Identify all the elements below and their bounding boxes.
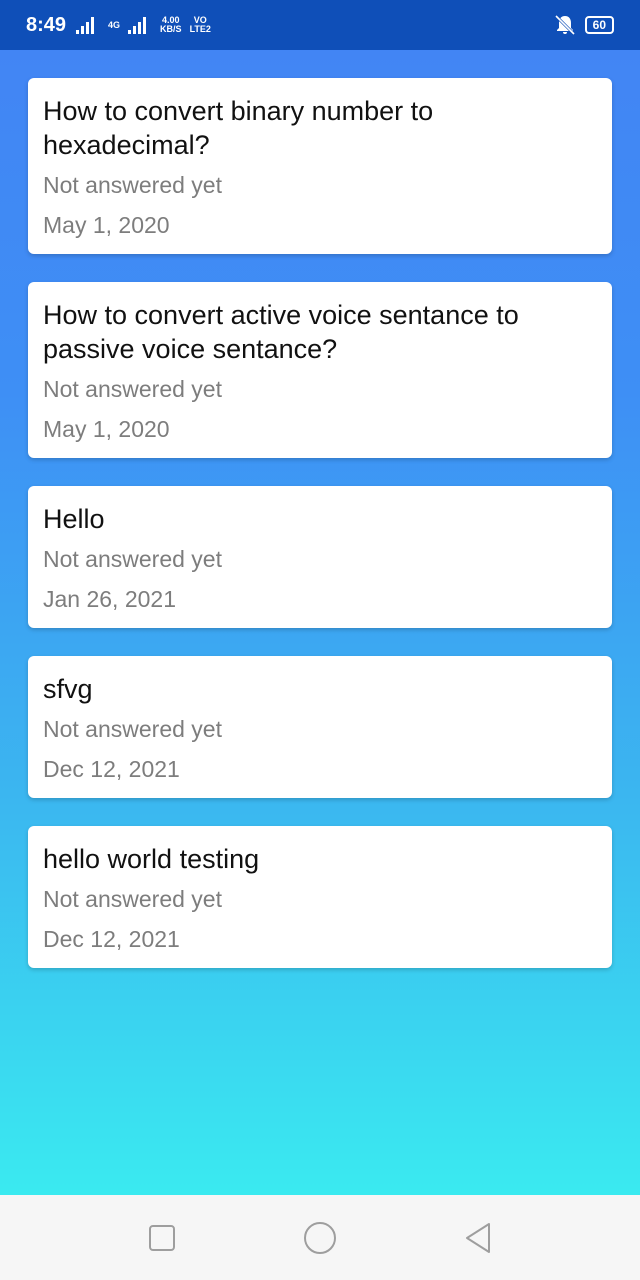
question-title: Hello xyxy=(43,504,105,534)
question-title: How to convert active voice sentance to … xyxy=(43,300,519,364)
answer-status: Not answered yet xyxy=(43,716,222,742)
navigation-bar xyxy=(0,1195,640,1280)
signal-icon xyxy=(76,16,95,34)
question-card[interactable]: How to convert active voice sentance to … xyxy=(28,282,612,458)
status-bar: 8:49 4G 4.00 KB/S VO LTE2 60 xyxy=(0,0,640,50)
network-type: 4G xyxy=(108,19,121,30)
question-date: Jan 26, 2021 xyxy=(43,586,177,612)
status-time: 8:49 xyxy=(26,13,67,36)
question-card[interactable]: hello world testing Not answered yet Dec… xyxy=(28,826,612,968)
recent-apps-icon xyxy=(149,1224,175,1251)
volte-indicator: VO LTE2 xyxy=(189,15,211,34)
question-date: Dec 12, 2021 xyxy=(43,926,180,952)
question-date: May 1, 2020 xyxy=(43,212,170,238)
network-speed: 4.00 KB/S xyxy=(160,15,182,34)
home-icon xyxy=(304,1221,336,1254)
question-date: May 1, 2020 xyxy=(43,416,170,442)
answer-status: Not answered yet xyxy=(43,886,222,912)
questions-list: How to convert binary number to hexadeci… xyxy=(0,50,640,1195)
question-card[interactable]: Hello Not answered yet Jan 26, 2021 xyxy=(28,486,612,628)
question-title: hello world testing xyxy=(43,844,260,874)
back-icon xyxy=(466,1222,490,1253)
question-card[interactable]: sfvg Not answered yet Dec 12, 2021 xyxy=(28,656,612,798)
mute-icon xyxy=(554,14,575,36)
back-button[interactable] xyxy=(458,1218,498,1258)
answer-status: Not answered yet xyxy=(43,172,222,198)
question-card[interactable]: How to convert binary number to hexadeci… xyxy=(28,78,612,254)
question-date: Dec 12, 2021 xyxy=(43,756,180,782)
answer-status: Not answered yet xyxy=(43,376,222,402)
question-title: sfvg xyxy=(43,674,93,704)
battery-icon: 60 xyxy=(584,16,614,34)
home-button[interactable] xyxy=(300,1218,340,1258)
signal-icon-2 xyxy=(128,16,147,34)
question-title: How to convert binary number to hexadeci… xyxy=(43,96,434,160)
recent-apps-button[interactable] xyxy=(142,1218,182,1258)
answer-status: Not answered yet xyxy=(43,546,222,572)
